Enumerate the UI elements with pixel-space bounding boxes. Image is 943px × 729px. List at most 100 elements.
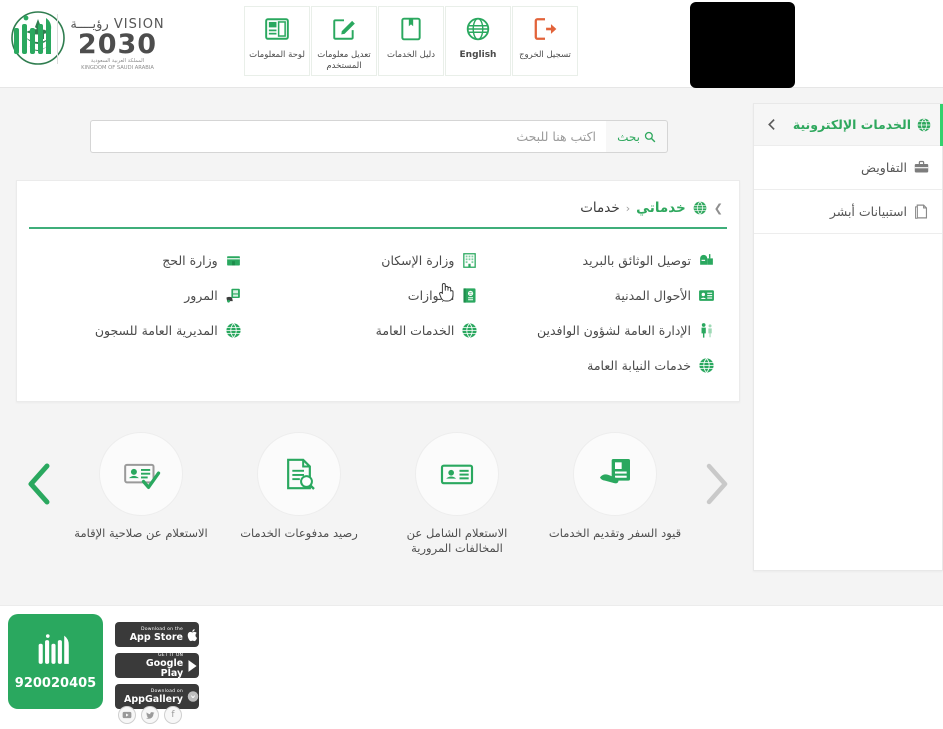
youtube-icon[interactable] [118, 706, 136, 724]
search-button-label: بحث [617, 129, 640, 144]
youtube-play-icon [122, 711, 132, 719]
survey-icon [915, 204, 928, 219]
globe-icon [693, 201, 707, 215]
service-label: الإدارة العامة لشؤون الوافدين [536, 323, 691, 338]
carousel-item-label: رصيد مدفوعات الخدمات [240, 526, 358, 540]
sidebar-item-delegations-label: التفاويض [860, 160, 907, 175]
carousel-item-traffic-violations[interactable]: الاستعلام الشامل عن المخالفات المرورية [378, 432, 536, 556]
services-column-2: وزارة الإسكان الجوازات الخدمات العامة [260, 243, 497, 383]
nav-item-dashboard[interactable]: لوحة المعلومات [244, 6, 310, 76]
service-label: وزارة الإسكان [381, 253, 455, 268]
service-label: المرور [184, 288, 218, 303]
nav-item-edit-user[interactable]: تعديل معلومات المستخدم [311, 6, 377, 76]
breadcrumb-my-services[interactable]: خدماتي [636, 200, 686, 216]
service-traffic[interactable]: المرور [23, 278, 260, 313]
carousel-item-travel-restrictions[interactable]: قيود السفر وتقديم الخدمات [536, 432, 694, 556]
chevron-right-icon [706, 463, 728, 505]
passport-icon [463, 288, 476, 303]
nav-item-english-label: English [459, 50, 497, 60]
search-bar: بحث [90, 120, 668, 153]
vision-number: 2030 [77, 29, 158, 60]
nav-item-services-guide-label: دليل الخدمات [386, 50, 436, 60]
search-input[interactable] [90, 120, 606, 153]
appgallery-big-label: AppGallery [124, 693, 183, 705]
sidebar-header: الخدمات الإلكترونية [754, 104, 943, 146]
electronic-services-sidebar: الخدمات الإلكترونية التفاويض استبيانات أ… [753, 103, 943, 571]
carousel-prev-arrow[interactable] [18, 432, 62, 536]
appgallery-icon [187, 691, 199, 702]
mailbox-icon [700, 254, 713, 265]
breadcrumb-services[interactable]: خدمات [580, 200, 620, 216]
services-column-1: توصيل الوثائق بالبريد الأحوال المدنية ال… [496, 243, 733, 383]
service-expatriates-affairs[interactable]: الإدارة العامة لشؤون الوافدين [496, 313, 733, 348]
quick-services-carousel: قيود السفر وتقديم الخدمات الاستعلام الشا… [16, 432, 740, 572]
carousel-item-service-payments[interactable]: رصيد مدفوعات الخدمات [220, 432, 378, 556]
app-store-badge[interactable]: Download on the App Store [115, 622, 199, 647]
carousel-item-iqama-validity[interactable]: الاستعلام عن صلاحية الإقامة [62, 432, 220, 556]
sidebar-item-delegations[interactable]: التفاويض [754, 146, 942, 190]
service-passports[interactable]: الجوازات [260, 278, 497, 313]
services-grid: توصيل الوثائق بالبريد الأحوال المدنية ال… [17, 229, 739, 383]
twitter-icon[interactable] [141, 706, 159, 724]
service-general-directorate-of-prisons[interactable]: المديرية العامة للسجون [23, 313, 260, 348]
carousel-next-arrow[interactable] [694, 432, 738, 536]
apple-icon [187, 628, 197, 641]
site-footer: 920020405 Download on the App Store GET … [0, 605, 943, 729]
travel-restrictions-icon [600, 459, 630, 484]
globe-icon [226, 323, 241, 339]
facebook-icon[interactable]: f [164, 706, 182, 724]
carousel-circle [573, 432, 657, 516]
sidebar-item-absher-surveys[interactable]: استبيانات أبشر [754, 190, 942, 234]
kaaba-icon [226, 256, 240, 266]
sidebar-item-absher-surveys-label: استبيانات أبشر [829, 204, 907, 219]
carousel-circle [257, 432, 341, 516]
nav-item-english[interactable]: English [445, 6, 511, 76]
google-play-badge[interactable]: GET IT ON Google Play [115, 653, 199, 678]
header-nav: لوحة المعلومات تعديل معلومات المستخدم دل… [243, 6, 578, 76]
service-civil-affairs[interactable]: الأحوال المدنية [496, 278, 733, 313]
service-public-prosecution[interactable]: خدمات النيابة العامة [496, 348, 733, 383]
traffic-icon [226, 288, 240, 303]
vision-2030-logo: VISION رؤيــــة 2030 المملكة العربية الس… [60, 18, 175, 71]
logout-icon [532, 16, 558, 42]
absher-logo-white-icon [38, 634, 69, 664]
vision-sub-en: KINGDOM OF SAUDI ARABIA [81, 64, 154, 71]
people-icon [701, 323, 712, 338]
app-store-badges: Download on the App Store GET IT ON Goog… [113, 622, 199, 715]
carousel-items: قيود السفر وتقديم الخدمات الاستعلام الشا… [62, 432, 694, 556]
iqama-validity-icon [124, 463, 161, 489]
absher-logo [10, 12, 56, 64]
service-label: خدمات النيابة العامة [587, 358, 691, 373]
nav-item-logout[interactable]: تسجيل الخروج [512, 6, 578, 76]
sidebar-title: الخدمات الإلكترونية [792, 117, 911, 132]
site-header: لوحة المعلومات تعديل معلومات المستخدم دل… [0, 0, 943, 88]
service-general-services[interactable]: الخدمات العامة [260, 313, 497, 348]
globe-icon [699, 358, 714, 374]
chevron-left-icon [28, 463, 50, 505]
service-doc-delivery-mail[interactable]: توصيل الوثائق بالبريد [496, 243, 733, 278]
payments-icon [287, 458, 315, 490]
service-label: الأحوال المدنية [614, 288, 691, 303]
service-label: المديرية العامة للسجون [94, 323, 218, 338]
header-divider [57, 14, 58, 64]
nav-item-logout-label: تسجيل الخروج [519, 50, 571, 60]
service-label: الجوازات [407, 288, 455, 303]
service-ministry-of-hajj[interactable]: وزارة الحج [23, 243, 260, 278]
search-button[interactable]: بحث [606, 120, 668, 153]
service-label: الخدمات العامة [375, 323, 455, 338]
breadcrumb: ❯ خدماتي ‹ خدمات [17, 181, 739, 221]
carousel-item-label: الاستعلام عن صلاحية الإقامة [74, 526, 208, 540]
services-column-3: وزارة الحج المرور المديرية العامة للسجون [23, 243, 260, 383]
breadcrumb-caret-icon[interactable]: ❯ [714, 202, 723, 215]
redacted-user-box [690, 2, 795, 88]
globe-icon [462, 323, 477, 339]
violations-icon [440, 464, 474, 485]
chevron-left-icon[interactable] [766, 118, 779, 131]
nav-item-services-guide[interactable]: دليل الخدمات [378, 6, 444, 76]
carousel-circle [415, 432, 499, 516]
twitter-bird-icon [145, 711, 154, 719]
dashboard-icon [264, 16, 290, 42]
nav-item-edit-user-label: تعديل معلومات المستخدم [317, 50, 371, 71]
service-ministry-of-housing[interactable]: وزارة الإسكان [260, 243, 497, 278]
contact-box: 920020405 [8, 614, 103, 709]
